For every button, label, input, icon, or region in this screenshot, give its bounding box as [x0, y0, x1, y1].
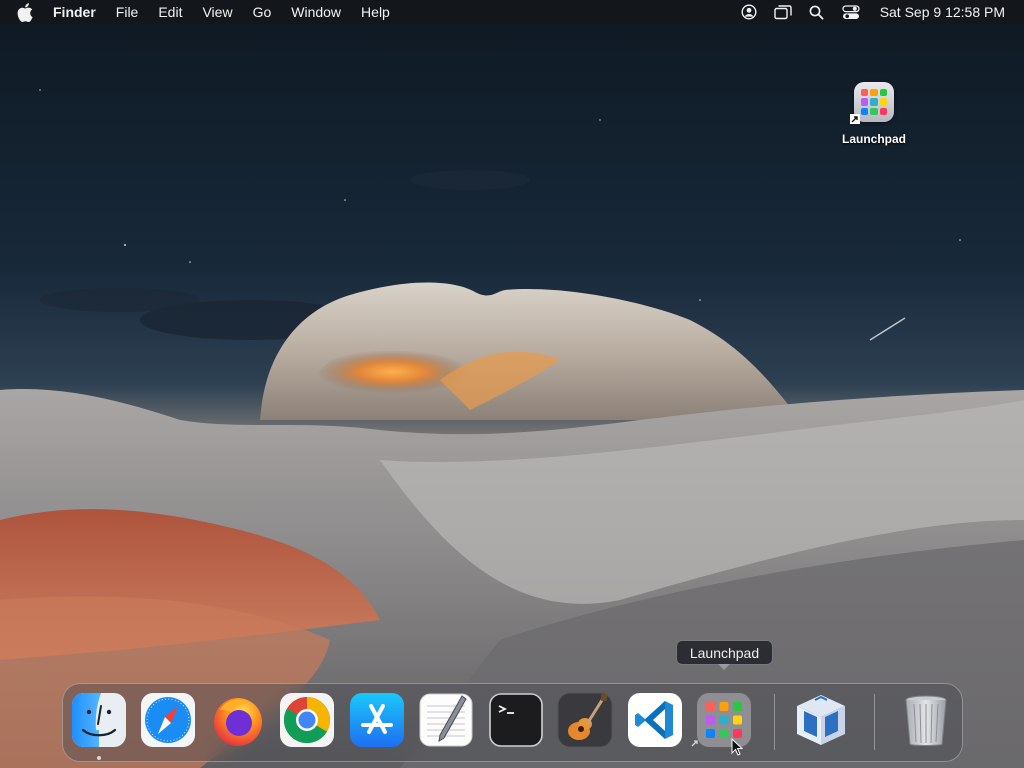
finder-icon: [72, 693, 126, 747]
dock-item-vscode[interactable]: [627, 692, 683, 748]
dock-separator: [774, 694, 775, 750]
dock-item-garageband[interactable]: [557, 692, 613, 748]
menu-help[interactable]: Help: [351, 0, 400, 24]
vscode-icon: [628, 693, 682, 747]
finder-running-indicator: [97, 756, 101, 760]
alias-arrow-icon: [691, 740, 698, 747]
control-center-icon[interactable]: [842, 3, 860, 21]
menu-bar-clock[interactable]: Sat Sep 9 12:58 PM: [880, 4, 1005, 20]
dock-tooltip: Launchpad: [676, 640, 773, 665]
dock-item-safari[interactable]: [140, 692, 196, 748]
dock-item-trash[interactable]: [898, 692, 954, 748]
virtualbox-icon: [797, 695, 845, 745]
dock-item-finder[interactable]: [71, 692, 127, 748]
dock-tooltip-tail: [718, 664, 730, 670]
menu-app-name[interactable]: Finder: [49, 0, 106, 24]
apple-menu-icon[interactable]: [17, 2, 35, 22]
menu-file[interactable]: File: [106, 0, 149, 24]
dock-item-firefox[interactable]: [210, 692, 266, 748]
dock-item-app-store[interactable]: [349, 692, 405, 748]
dock-item-launchpad[interactable]: [696, 692, 752, 748]
launchpad-icon: [697, 693, 751, 747]
safari-icon: [141, 693, 195, 747]
dock-item-virtualbox[interactable]: [793, 692, 849, 748]
dock-item-textedit[interactable]: [418, 692, 474, 748]
menu-bar-right: Sat Sep 9 12:58 PM: [732, 0, 1024, 24]
app-store-icon: [350, 693, 404, 747]
menu-edit[interactable]: Edit: [148, 0, 192, 24]
menu-view[interactable]: View: [192, 0, 242, 24]
alias-arrow-icon: [850, 114, 860, 124]
trash-icon: [905, 695, 947, 746]
desktop-launchpad-shortcut[interactable]: Launchpad: [836, 82, 912, 146]
dock-item-chrome[interactable]: [279, 692, 335, 748]
dock-item-terminal[interactable]: [488, 692, 544, 748]
terminal-icon: [489, 693, 543, 747]
chrome-icon: [280, 693, 334, 747]
menu-bar: Finder File Edit View Go Window Help Sat…: [0, 0, 1024, 24]
textedit-icon: [419, 693, 473, 747]
desktop-icon-label: Launchpad: [841, 132, 906, 146]
mouse-pointer-icon: [731, 738, 743, 756]
menu-bar-left: Finder File Edit View Go Window Help: [0, 0, 400, 24]
spotlight-search-icon[interactable]: [808, 3, 826, 21]
firefox-icon: [214, 698, 262, 746]
menu-window[interactable]: Window: [281, 0, 351, 24]
garageband-icon: [557, 692, 613, 748]
menu-go[interactable]: Go: [243, 0, 282, 24]
user-account-icon[interactable]: [740, 3, 758, 21]
screen-mirroring-icon[interactable]: [773, 3, 792, 21]
launchpad-icon: [850, 82, 894, 124]
dock-separator: [874, 694, 875, 750]
